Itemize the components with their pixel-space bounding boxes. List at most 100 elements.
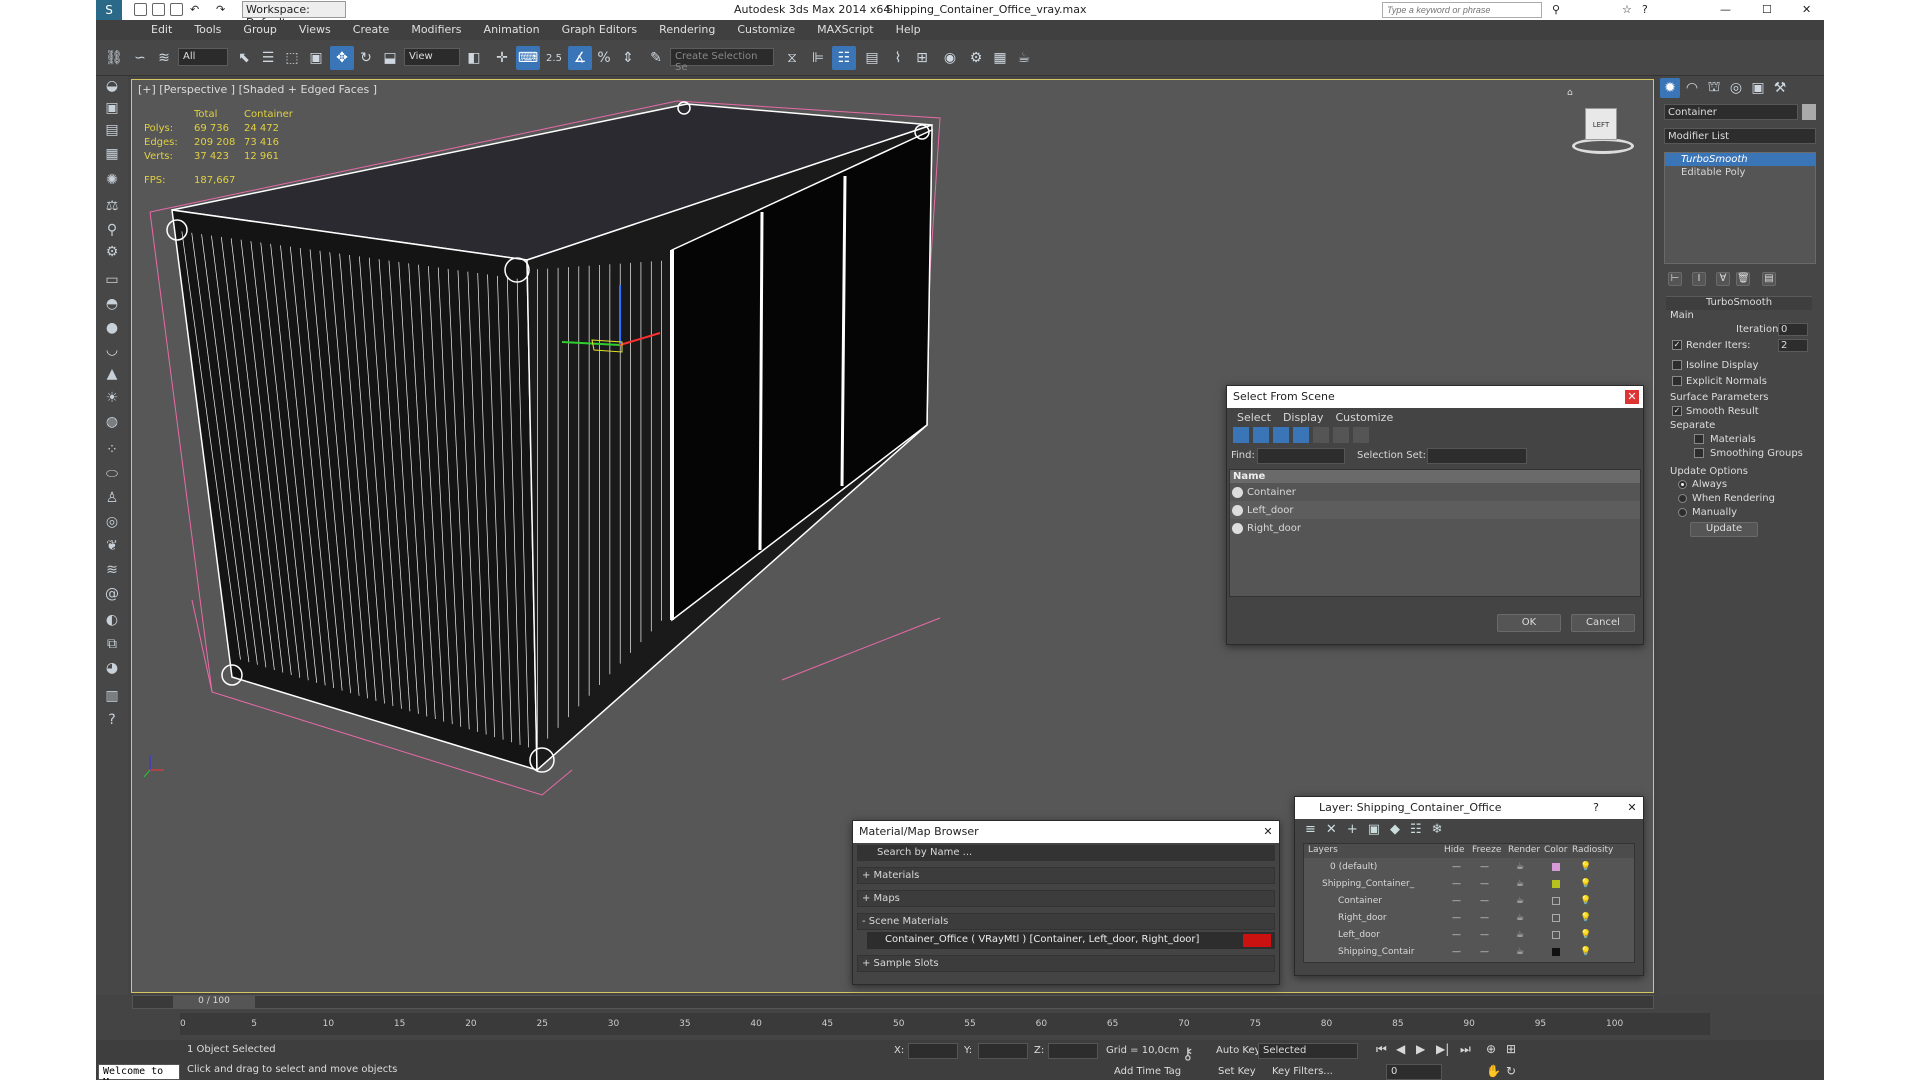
link-icon[interactable]: ⛓ [102, 46, 126, 70]
helper-filter-icon[interactable] [1313, 427, 1329, 443]
menu-rendering[interactable]: Rendering [648, 20, 726, 40]
undo-icon[interactable]: ↶ [190, 3, 199, 16]
modifier-list-dropdown[interactable]: Modifier List [1664, 128, 1816, 144]
named-selection-dropdown[interactable]: Create Selection Se [670, 48, 774, 73]
layer-row[interactable]: Left_door — — ☕ 💡 [1304, 926, 1634, 943]
align-icon[interactable]: ⊫ [806, 46, 830, 70]
select-object-icon[interactable]: ⬉ [232, 46, 256, 70]
orb-icon[interactable]: ◐ [102, 610, 122, 630]
workspace-dropdown[interactable]: Workspace: Default [242, 1, 346, 29]
freeze-toggle[interactable]: — [1480, 862, 1516, 872]
disc-icon[interactable]: ◍ [102, 412, 122, 432]
radiosity-toggle[interactable]: 💡 [1580, 862, 1591, 872]
bowl-icon[interactable]: ◡ [102, 340, 122, 360]
camera-filter-icon[interactable] [1293, 427, 1309, 443]
light-icon[interactable]: ✺ [102, 170, 122, 190]
snap-toggle-icon[interactable]: 2.5 [542, 46, 566, 70]
select-and-move-icon[interactable]: ✥ [330, 46, 354, 70]
home-icon[interactable]: ⌂ [1567, 88, 1573, 98]
col-hide[interactable]: Hide [1444, 845, 1472, 858]
utilities-tab-icon[interactable]: ⚒ [1770, 78, 1790, 98]
freeze-toggle[interactable]: — [1480, 879, 1516, 889]
app-logo-icon[interactable]: S [96, 0, 122, 20]
pivot-icon[interactable]: ◧ [462, 46, 486, 70]
hide-toggle[interactable]: — [1452, 947, 1480, 957]
edit-named-sel-icon[interactable]: ✎ [644, 46, 668, 70]
layer-row[interactable]: Shipping_Container_ — — ☕ 💡 [1304, 875, 1634, 892]
figure-icon[interactable]: ♙ [102, 488, 122, 508]
configure-sets-button[interactable]: ▤ [1762, 272, 1776, 286]
list-item[interactable]: Container [1230, 483, 1640, 501]
pin-stack-button[interactable]: ⊢ [1668, 272, 1682, 286]
render-toggle[interactable]: ☕ [1516, 947, 1552, 957]
render-icon[interactable]: ☕ [1012, 46, 1036, 70]
menu-help[interactable]: Help [885, 20, 932, 40]
ok-button[interactable]: OK [1497, 614, 1561, 632]
graphite-icon[interactable]: ▤ [860, 46, 884, 70]
menu-customize[interactable]: Customize [1335, 411, 1393, 424]
layers-icon[interactable]: ≡ [1305, 822, 1316, 838]
menu-tools[interactable]: Tools [183, 20, 232, 40]
bind-space-warp-icon[interactable]: ≋ [152, 46, 176, 70]
layer-row[interactable]: 0 (default) — — ☕ 💡 [1304, 858, 1634, 875]
selection-filter-dropdown[interactable]: All [178, 48, 228, 66]
track-bar[interactable]: 0 5 10 15 20 25 30 35 40 45 50 55 60 65 70 75 80 85 90 95 10… [180, 1013, 1710, 1035]
hide-toggle[interactable]: — [1452, 930, 1480, 940]
frame-indicator[interactable]: 0 / 100 [173, 996, 255, 1008]
geometry-filter-icon[interactable] [1233, 427, 1249, 443]
window-crossing-icon[interactable]: ▣ [304, 46, 328, 70]
object-color-swatch[interactable] [1802, 104, 1816, 120]
spinner-snap-icon[interactable]: ⇕ [616, 46, 640, 70]
freeze-toggle[interactable]: — [1480, 947, 1516, 957]
select-and-rotate-icon[interactable]: ↻ [354, 46, 378, 70]
menu-views[interactable]: Views [288, 20, 342, 40]
materials-section[interactable]: + Materials [857, 867, 1275, 884]
render-iters-spinner[interactable]: 2 [1778, 339, 1808, 352]
layer-color-swatch[interactable] [1552, 896, 1560, 905]
key-filters-button[interactable]: Key Filters... [1272, 1066, 1333, 1077]
list-item[interactable]: Right_door [1230, 519, 1640, 537]
x-coord-field[interactable] [908, 1043, 958, 1059]
keyboard-shortcut-icon[interactable]: ⌨ [516, 46, 540, 70]
spiral-icon[interactable]: @ [102, 584, 122, 604]
spring-icon[interactable]: ⚙ [102, 242, 122, 262]
pan-icon[interactable]: ✋ [1486, 1064, 1501, 1078]
ref-coord-dropdown[interactable]: View [404, 48, 460, 66]
layer-row[interactable]: Shipping_Contair — — ☕ 💡 [1304, 943, 1634, 960]
hierarchy-tab-icon[interactable]: ⛫ [1704, 78, 1724, 98]
hide-toggle[interactable]: — [1452, 862, 1480, 872]
zoom-icon[interactable]: ⊕ [1486, 1042, 1496, 1056]
modify-tab-icon[interactable]: ◠ [1682, 78, 1702, 98]
layer-color-swatch[interactable] [1552, 947, 1560, 956]
radiosity-toggle[interactable]: 💡 [1580, 947, 1591, 957]
col-freeze[interactable]: Freeze [1472, 845, 1508, 858]
hide-toggle[interactable]: — [1452, 896, 1480, 906]
isoline-checkbox[interactable] [1672, 360, 1682, 370]
search-input[interactable] [1382, 2, 1542, 18]
sun-icon[interactable]: ☀ [102, 388, 122, 408]
render-toggle[interactable]: ☕ [1516, 930, 1552, 940]
layer-row[interactable]: Container — — ☕ 💡 [1304, 892, 1634, 909]
minimize-icon[interactable]: — [1720, 3, 1731, 16]
percent-snap-icon[interactable]: % [592, 46, 616, 70]
col-radiosity[interactable]: Radiosity [1572, 845, 1613, 858]
cone-icon[interactable]: ▲ [102, 364, 122, 384]
show-end-result-button[interactable]: I [1692, 272, 1706, 286]
add-icon[interactable]: + [1347, 822, 1358, 838]
material-editor-icon[interactable]: ◉ [938, 46, 962, 70]
remove-modifier-button[interactable]: 🗑 [1736, 272, 1750, 286]
manipulate-icon[interactable]: ✛ [490, 46, 514, 70]
curve-editor-icon[interactable]: ⌇ [886, 46, 910, 70]
layer-color-swatch[interactable] [1552, 879, 1560, 888]
prev-frame-icon[interactable]: ◀ [1396, 1042, 1405, 1056]
menu-display[interactable]: Display [1283, 411, 1336, 424]
hide-toggle[interactable]: — [1452, 913, 1480, 923]
menu-modifiers[interactable]: Modifiers [400, 20, 472, 40]
smoothing-groups-checkbox[interactable] [1694, 448, 1704, 458]
search-by-name-field[interactable]: Search by Name ... [857, 845, 1275, 861]
explicit-normals-checkbox[interactable] [1672, 376, 1682, 386]
viewport-label[interactable]: [+] [Perspective ] [Shaded + Edged Faces… [138, 83, 377, 96]
teapot-icon[interactable]: ◒ [102, 76, 122, 96]
snapshot-icon[interactable]: ⧉ [102, 634, 122, 654]
binoculars-icon[interactable]: ⚲ [1552, 3, 1560, 16]
